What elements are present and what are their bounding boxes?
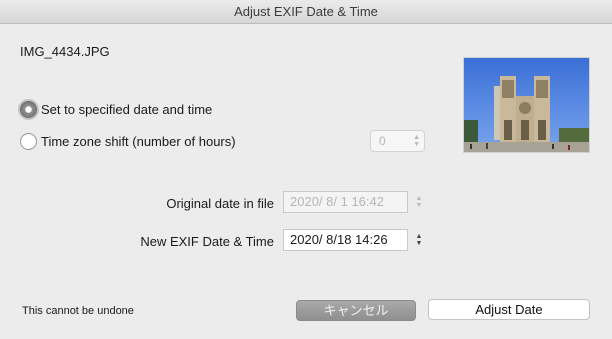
- cathedral-photo-icon: [464, 58, 589, 152]
- original-date-stepper: ▲ ▼: [413, 191, 425, 213]
- new-date-stepper[interactable]: ▲ ▼: [413, 229, 425, 251]
- original-date-label: Original date in file: [166, 196, 274, 211]
- photo-thumbnail: [463, 57, 590, 153]
- option-timezone-shift[interactable]: Time zone shift (number of hours): [20, 133, 236, 150]
- adjust-date-button[interactable]: Adjust Date: [428, 299, 590, 320]
- original-date-field: 2020/ 8/ 1 16:42: [283, 191, 408, 213]
- option-set-specified[interactable]: Set to specified date and time: [18, 99, 213, 120]
- option-timezone-shift-label: Time zone shift (number of hours): [41, 134, 236, 149]
- dialog: IMG_4434.JPG Set to specified date and t…: [0, 24, 612, 339]
- window-title: Adjust EXIF Date & Time: [0, 0, 612, 24]
- timezone-shift-value: 0: [379, 134, 386, 148]
- undo-warning: This cannot be undone: [22, 305, 134, 317]
- stepper-up-icon[interactable]: ▲: [416, 233, 423, 240]
- stepper-down-icon[interactable]: ▼: [416, 240, 423, 247]
- radio-unselected-icon[interactable]: [20, 133, 37, 150]
- stepper-down-icon: ▼: [415, 202, 423, 209]
- stepper-up-icon: ▲: [415, 195, 423, 202]
- timezone-shift-select[interactable]: 0 ▲ ▼: [370, 130, 425, 152]
- new-date-label: New EXIF Date & Time: [140, 234, 274, 249]
- chevron-up-down-icon: ▲ ▼: [413, 134, 420, 148]
- radio-selected-icon[interactable]: [18, 99, 39, 120]
- new-date-field[interactable]: 2020/ 8/18 14:26: [283, 229, 408, 251]
- cancel-button[interactable]: キャンセル: [296, 300, 416, 321]
- option-set-specified-label: Set to specified date and time: [41, 102, 213, 117]
- file-name: IMG_4434.JPG: [20, 44, 110, 59]
